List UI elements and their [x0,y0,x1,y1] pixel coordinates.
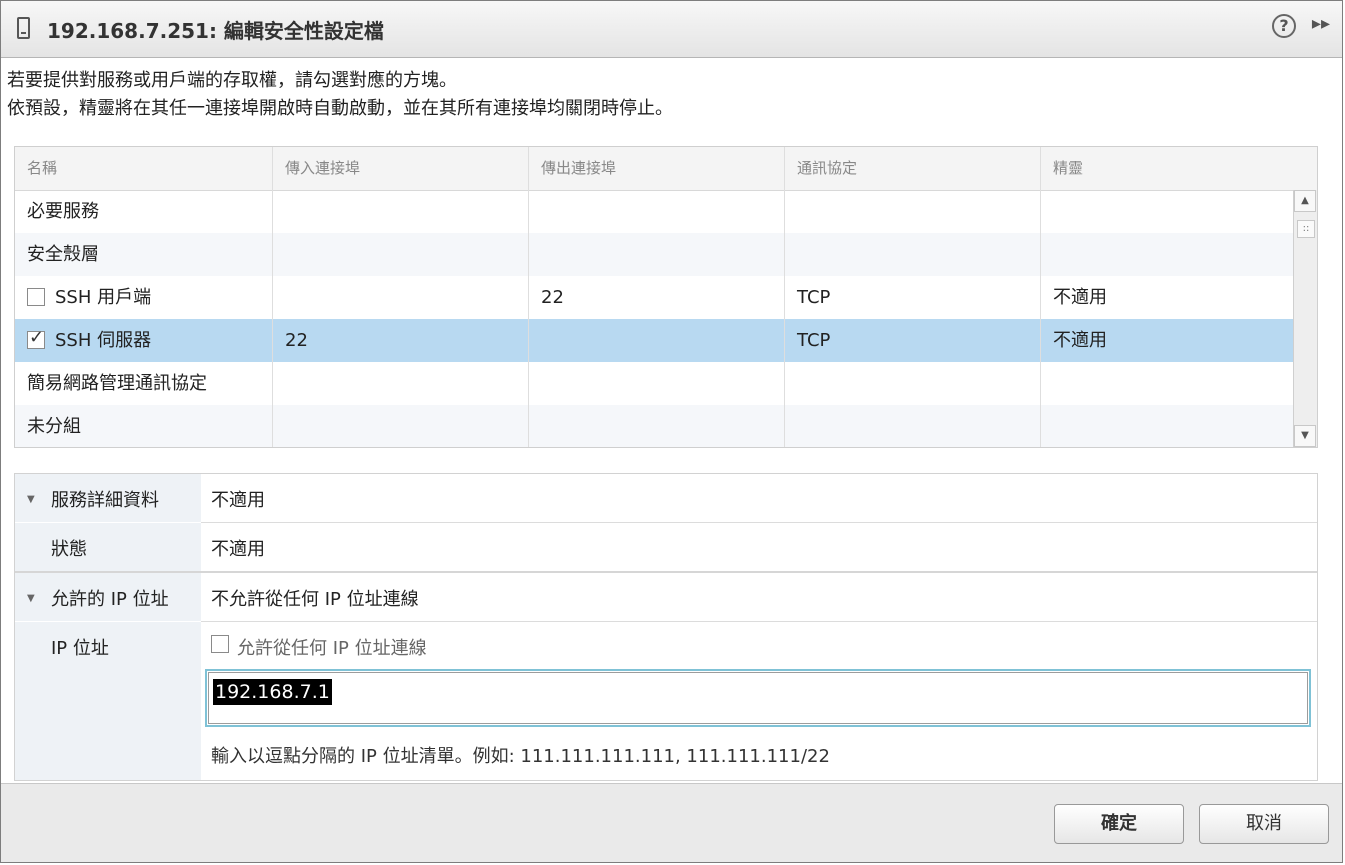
edit-security-profile-dialog: 192.168.7.251: 編輯安全性設定檔 ? ▸▸ 若要提供對服務或用戶端… [0,0,1343,863]
services-grid: 名稱 傳入連接埠 傳出連接埠 通訊協定 精靈 必要服務 安全殼層 SSH 用戶端 [14,146,1318,448]
ip-format-hint: 輸入以逗點分隔的 IP 位址清單。例如: 111.111.111.111, 11… [211,746,830,767]
ip-address-label: IP 位址 [15,622,201,780]
intro-text: 若要提供對服務或用戶端的存取權，請勾選對應的方塊。 依預設，精靈將在其任一連接埠… [7,67,673,123]
cell-name: SSH 伺服器 [15,319,273,362]
table-row[interactable]: 未分組 [15,405,1295,447]
ssh-client-checkbox[interactable] [27,287,45,306]
ssh-server-checkbox[interactable] [27,326,45,350]
cell-name: SSH 用戶端 [15,276,273,319]
cell-name-label: SSH 伺服器 [55,330,152,351]
dialog-footer: 確定 取消 [1,783,1342,862]
allow-any-ip-label[interactable]: 允許從任何 IP 位址連線 [237,634,427,660]
cell-name: 必要服務 [15,190,273,233]
cell-incoming: 22 [273,319,529,362]
column-header-outgoing-ports[interactable]: 傳出連接埠 [529,147,785,190]
cell-outgoing: 22 [529,276,785,319]
collapse-triangle-icon[interactable]: ▼ [27,593,35,604]
intro-line-1: 若要提供對服務或用戶端的存取權，請勾選對應的方塊。 [7,70,457,91]
cell-protocol: TCP [785,276,1041,319]
status-label: 狀態 [15,523,201,571]
status-value: 不適用 [211,539,265,560]
allowed-ip-row: ▼ 允許的 IP 位址 不允許從任何 IP 位址連線 [15,573,1317,621]
status-row: 狀態 不適用 [15,523,1317,571]
service-details-panel: ▼ 服務詳細資料 不適用 狀態 不適用 ▼ 允許的 IP 位址 不允許從任何 I… [14,473,1318,781]
allowed-ip-label[interactable]: ▼ 允許的 IP 位址 [15,573,201,621]
grid-scrollbar[interactable]: ▲ :: ▼ [1293,190,1317,447]
table-row[interactable]: 必要服務 [15,190,1295,233]
cell-daemon: 不適用 [1053,287,1107,308]
column-header-name[interactable]: 名稱 [15,147,273,190]
cell-protocol [785,362,1041,405]
cell-outgoing [529,190,785,233]
service-details-row: ▼ 服務詳細資料 不適用 [15,474,1317,522]
cell-daemon: 不適用 [1053,330,1107,351]
help-icon[interactable]: ? [1272,14,1296,38]
dialog-title: 192.168.7.251: 編輯安全性設定檔 [47,19,384,43]
cell-outgoing [529,405,785,447]
table-row[interactable]: 安全殼層 [15,233,1295,276]
cell-name: 安全殼層 [15,233,273,276]
cell-incoming [273,362,529,405]
ip-address-input[interactable]: 192.168.7.1 [205,669,1311,727]
expand-icon[interactable]: ▸▸ [1312,13,1330,34]
table-row[interactable]: 簡易網路管理通訊協定 [15,362,1295,405]
cell-daemon [1041,405,1295,447]
cell-daemon [1041,233,1295,276]
table-row[interactable]: SSH 用戶端 22 TCP 不適用 [15,276,1295,319]
cell-protocol [785,190,1041,233]
intro-line-2: 依預設，精靈將在其任一連接埠開啟時自動啟動，並在其所有連接埠均關閉時停止。 [7,98,673,119]
cell-protocol [785,233,1041,276]
title-bar: 192.168.7.251: 編輯安全性設定檔 ? ▸▸ [1,1,1342,58]
cell-incoming [273,190,529,233]
table-row-selected[interactable]: SSH 伺服器 22 TCP 不適用 [15,319,1295,362]
cancel-button[interactable]: 取消 [1199,804,1329,844]
column-header-daemon[interactable]: 精靈 [1041,147,1317,190]
cell-protocol: TCP [785,319,1041,362]
allowed-ip-value: 不允許從任何 IP 位址連線 [211,589,419,610]
server-icon [17,17,30,39]
ip-input-selected-text: 192.168.7.1 [213,679,332,705]
cell-outgoing [529,233,785,276]
cell-outgoing [529,362,785,405]
cell-name: 未分組 [15,405,273,447]
column-header-incoming-ports[interactable]: 傳入連接埠 [273,147,529,190]
cell-daemon [1041,362,1295,405]
cell-incoming [273,276,529,319]
column-header-protocol[interactable]: 通訊協定 [785,147,1041,190]
grid-header: 名稱 傳入連接埠 傳出連接埠 通訊協定 精靈 [15,147,1317,191]
cell-incoming [273,405,529,447]
ok-button[interactable]: 確定 [1054,804,1184,844]
cell-name-label: SSH 用戶端 [55,287,152,308]
cell-protocol [785,405,1041,447]
cell-incoming [273,233,529,276]
collapse-triangle-icon[interactable]: ▼ [27,494,35,505]
cell-outgoing [529,319,785,362]
scroll-up-icon[interactable]: ▲ [1294,190,1316,212]
allow-any-ip-checkbox[interactable] [211,635,229,653]
service-details-value: 不適用 [211,490,265,511]
service-details-label[interactable]: ▼ 服務詳細資料 [15,474,201,522]
scroll-thumb[interactable]: :: [1297,220,1315,238]
scroll-down-icon[interactable]: ▼ [1294,425,1316,447]
cell-name: 簡易網路管理通訊協定 [15,362,273,405]
cell-daemon [1041,190,1295,233]
